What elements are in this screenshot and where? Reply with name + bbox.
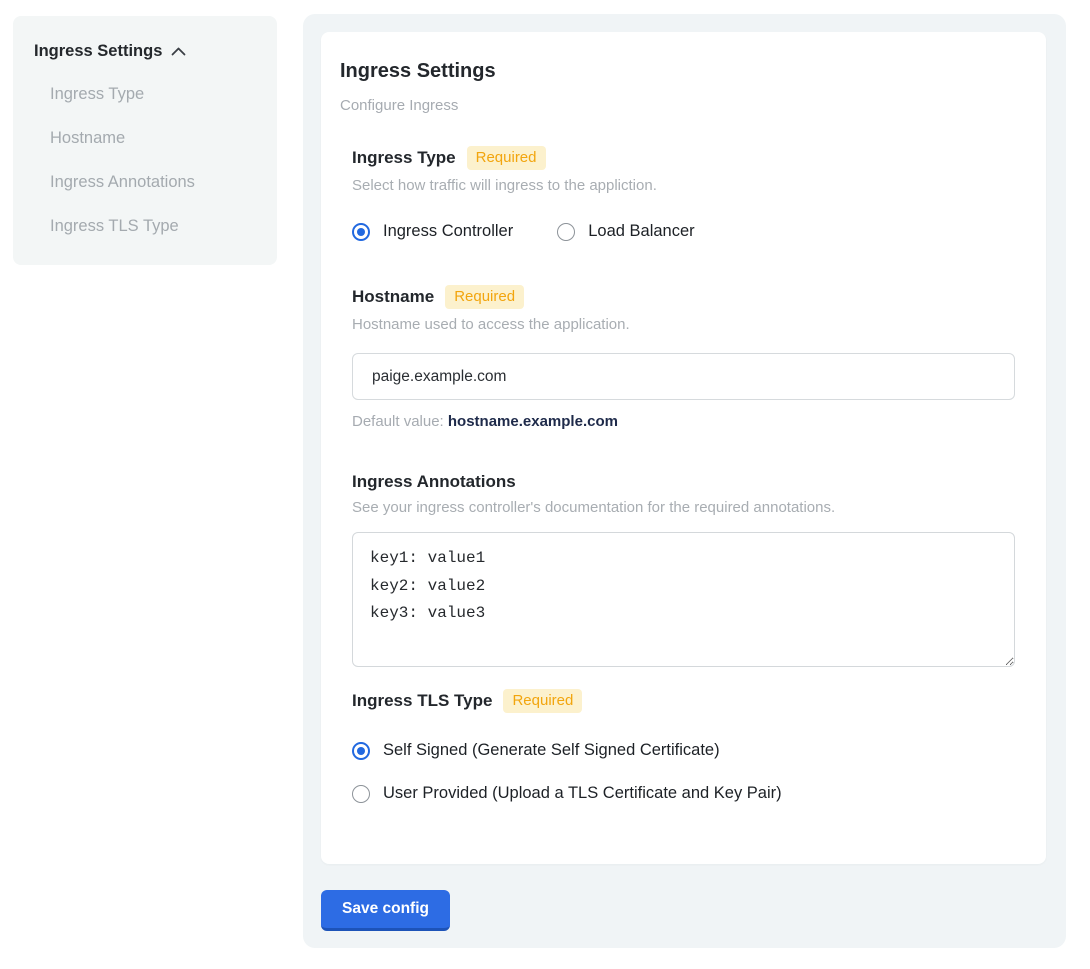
radio-selected-icon — [352, 223, 370, 241]
sidebar-item-ingress-annotations[interactable]: Ingress Annotations — [50, 173, 259, 192]
radio-unselected-icon — [557, 223, 575, 241]
section-hostname: Hostname Required Hostname used to acces… — [352, 285, 1015, 430]
ingress-annotations-label: Ingress Annotations — [352, 472, 516, 492]
hostname-default-line: Default value: hostname.example.com — [352, 413, 1015, 430]
section-ingress-annotations: Ingress Annotations See your ingress con… — [352, 472, 1015, 667]
hostname-label: Hostname — [352, 287, 434, 307]
radio-selected-icon — [352, 742, 370, 760]
required-badge: Required — [467, 146, 546, 170]
sidebar-item-list: Ingress Type Hostname Ingress Annotation… — [34, 85, 259, 236]
section-ingress-type: Ingress Type Required Select how traffic… — [352, 146, 1015, 241]
required-badge: Required — [445, 285, 524, 309]
radio-label: Load Balancer — [588, 222, 694, 241]
page-title: Ingress Settings — [340, 60, 1015, 83]
radio-self-signed[interactable]: Self Signed (Generate Self Signed Certif… — [352, 741, 1015, 760]
sidebar-item-ingress-tls-type[interactable]: Ingress TLS Type — [50, 217, 259, 236]
default-value-prefix: Default value: — [352, 413, 448, 430]
sidebar-item-ingress-type[interactable]: Ingress Type — [50, 85, 259, 104]
ingress-type-label: Ingress Type — [352, 148, 456, 168]
section-ingress-tls-type: Ingress TLS Type Required Self Signed (G… — [352, 689, 1015, 803]
radio-label: User Provided (Upload a TLS Certificate … — [383, 784, 782, 803]
sidebar: Ingress Settings Ingress Type Hostname I… — [13, 16, 277, 265]
chevron-up-icon — [171, 43, 186, 61]
required-badge: Required — [503, 689, 582, 713]
radio-ingress-controller[interactable]: Ingress Controller — [352, 222, 513, 241]
radio-label: Self Signed (Generate Self Signed Certif… — [383, 741, 720, 760]
hostname-input[interactable] — [352, 353, 1015, 400]
ingress-type-description: Select how traffic will ingress to the a… — [352, 177, 1015, 194]
sidebar-item-hostname[interactable]: Hostname — [50, 129, 259, 148]
default-value-text: hostname.example.com — [448, 413, 618, 430]
sidebar-header-ingress-settings[interactable]: Ingress Settings — [34, 41, 259, 61]
ingress-annotations-textarea[interactable]: key1: value1 key2: value2 key3: value3 — [352, 532, 1015, 667]
main-panel: Ingress Settings Configure Ingress Ingre… — [303, 14, 1066, 948]
ingress-settings-card: Ingress Settings Configure Ingress Ingre… — [321, 32, 1046, 864]
radio-label: Ingress Controller — [383, 222, 513, 241]
page-subtitle: Configure Ingress — [340, 97, 1015, 114]
form-sections: Ingress Type Required Select how traffic… — [352, 146, 1015, 803]
save-config-button[interactable]: Save config — [321, 890, 450, 931]
hostname-description: Hostname used to access the application. — [352, 316, 1015, 333]
radio-user-provided[interactable]: User Provided (Upload a TLS Certificate … — [352, 784, 1015, 803]
radio-unselected-icon — [352, 785, 370, 803]
radio-load-balancer[interactable]: Load Balancer — [557, 222, 694, 241]
sidebar-header-label: Ingress Settings — [34, 42, 162, 61]
ingress-annotations-description: See your ingress controller's documentat… — [352, 499, 1015, 516]
tls-type-radio-group: Self Signed (Generate Self Signed Certif… — [352, 741, 1015, 803]
ingress-tls-type-label: Ingress TLS Type — [352, 691, 492, 711]
ingress-type-radio-group: Ingress Controller Load Balancer — [352, 222, 1015, 241]
